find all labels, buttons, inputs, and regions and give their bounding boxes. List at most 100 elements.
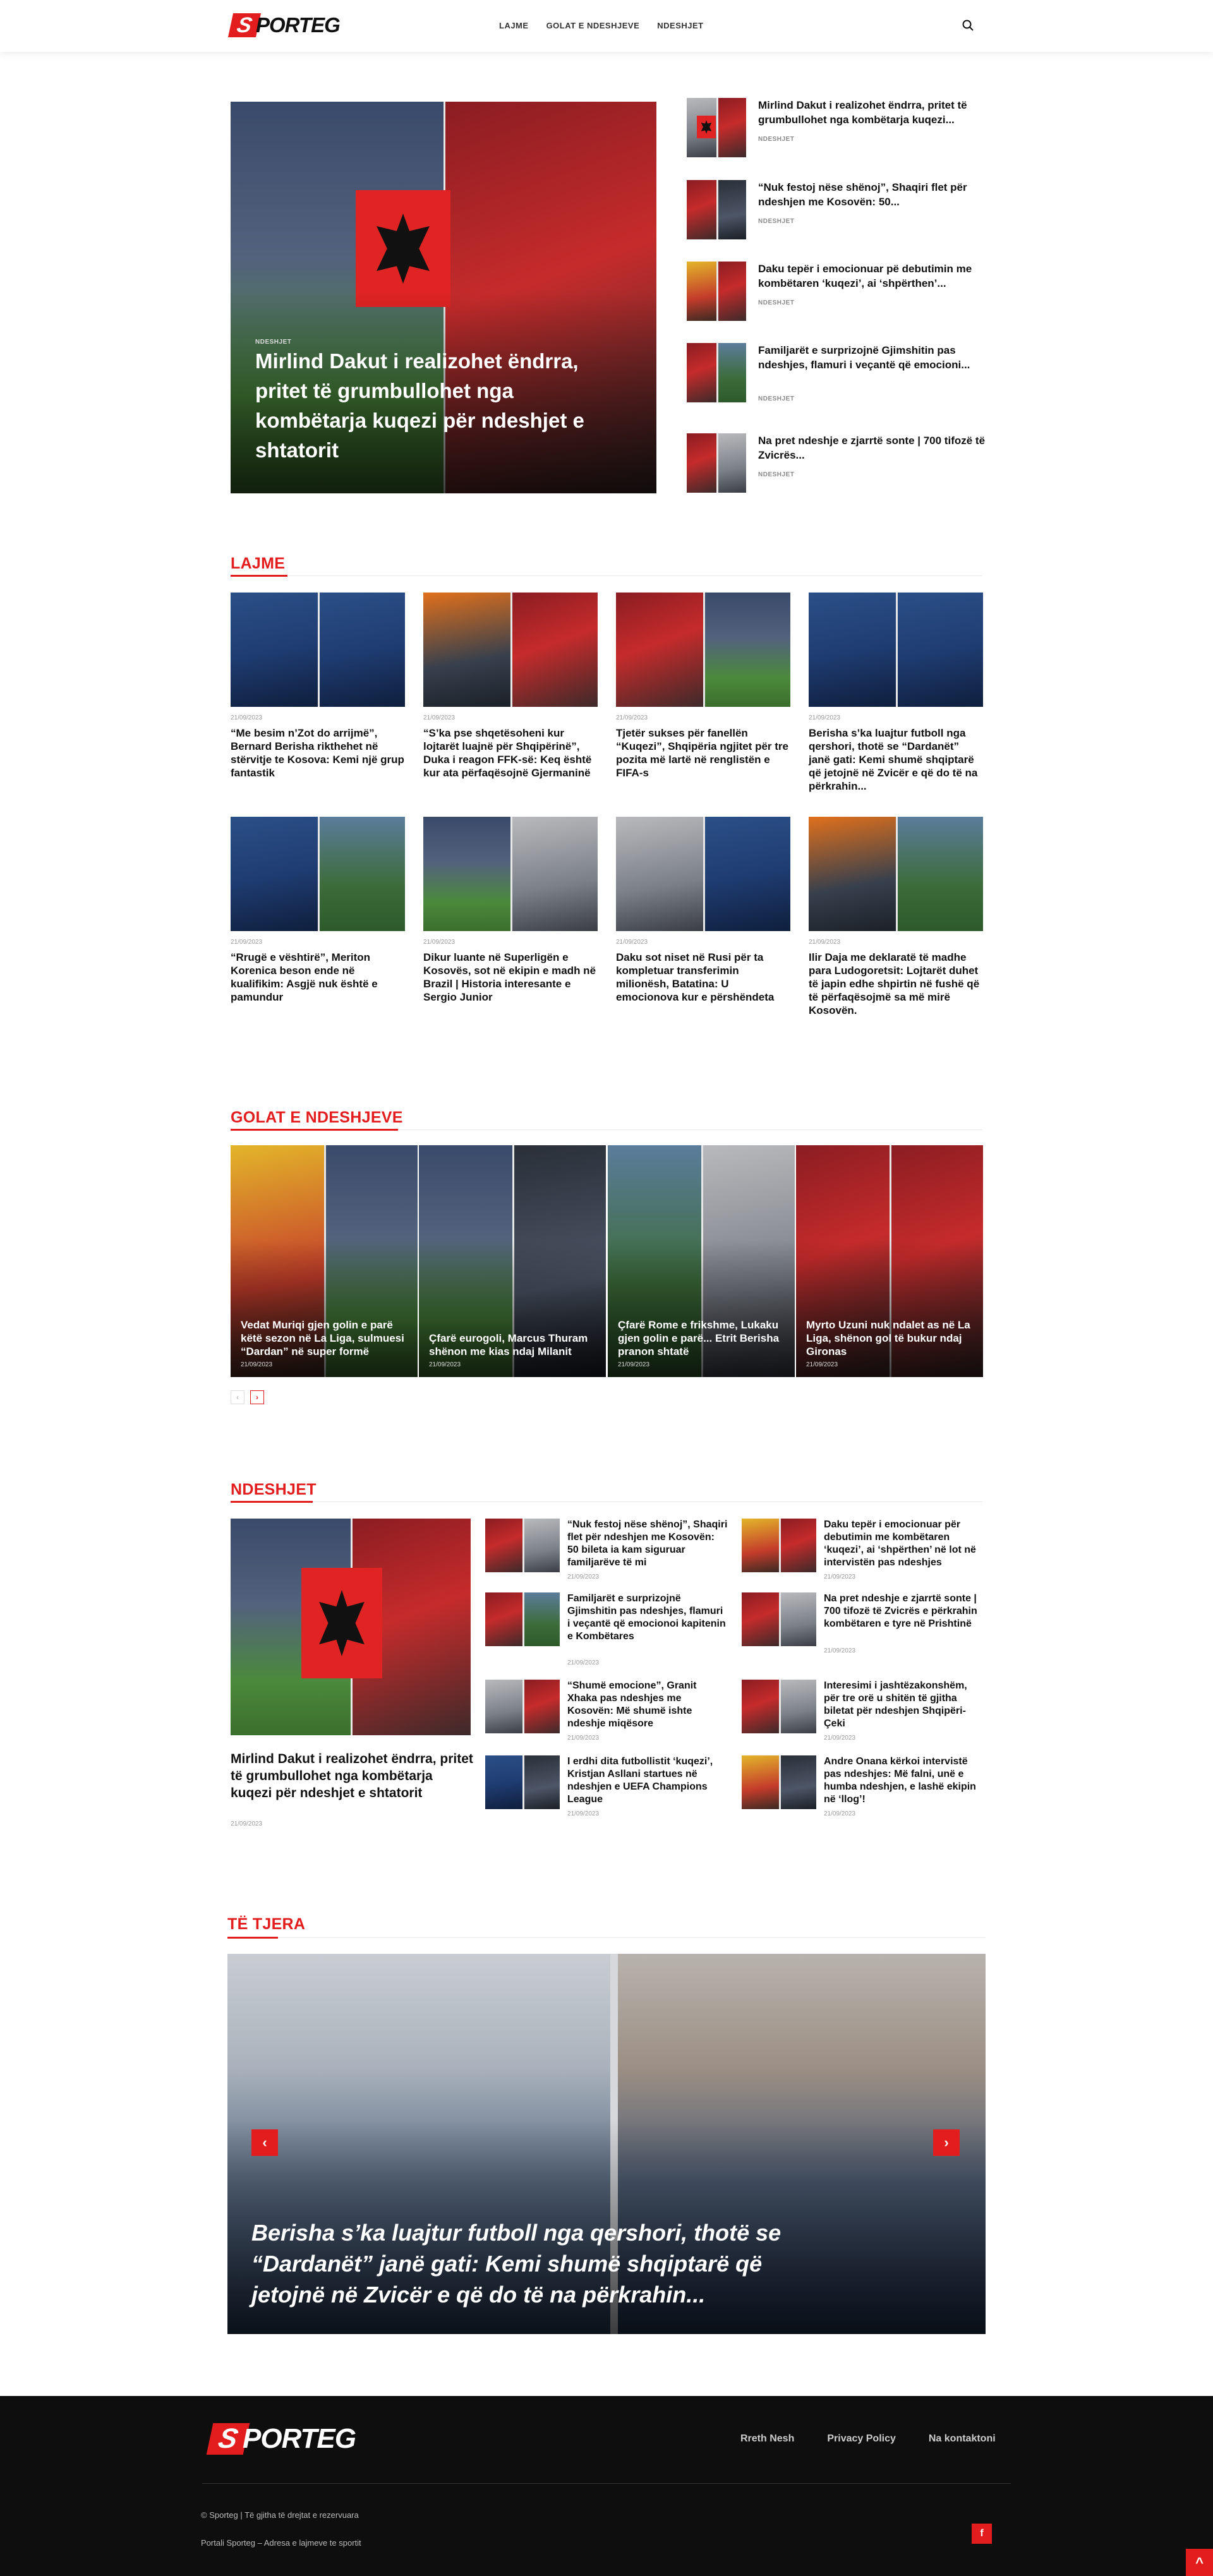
match-article[interactable]: I erdhi dita futbollistit ‘kuqezi’, Kris…: [485, 1755, 732, 1819]
section-title-golat[interactable]: GOLAT E NDESHJEVE: [231, 1109, 403, 1127]
news-image[interactable]: [616, 817, 790, 931]
article-thumb[interactable]: [687, 262, 746, 321]
news-card[interactable]: 21/09/2023 Berisha s’ka luajtur futboll …: [809, 593, 983, 793]
news-image[interactable]: [809, 817, 983, 931]
match-thumb[interactable]: [485, 1519, 560, 1572]
match-title[interactable]: Familjarët e surprizojnë Gjimshitin pas …: [567, 1592, 728, 1643]
match-thumb[interactable]: [485, 1755, 560, 1809]
section-title-lajme[interactable]: LAJME: [231, 555, 285, 573]
goal-video-card[interactable]: Çfarë eurogoli, Marcus Thuram shënon me …: [419, 1145, 606, 1377]
footer-link-about[interactable]: Rreth Nesh: [740, 2433, 794, 2445]
back-to-top-button[interactable]: ^: [1186, 2549, 1213, 2576]
featured-match-image[interactable]: [231, 1519, 471, 1735]
side-article[interactable]: Mirlind Dakut i realizohet ëndrra, prite…: [687, 98, 990, 161]
article-title[interactable]: “Nuk festoj nëse shënoj”, Shaqiri flet p…: [758, 180, 989, 209]
match-thumb[interactable]: [742, 1519, 816, 1572]
hero-title[interactable]: Mirlind Dakut i realizohet ëndrra, prite…: [255, 346, 628, 465]
featured-match-title[interactable]: Mirlind Dakut i realizohet ëndrra, prite…: [231, 1750, 474, 1802]
news-title[interactable]: Ilir Daja me deklaratë të madhe para Lud…: [809, 951, 983, 1017]
article-category[interactable]: NDESHJET: [758, 218, 794, 225]
goal-title[interactable]: Çfarë Rome e frikshme, Lukaku gjen golin…: [618, 1318, 785, 1358]
match-title[interactable]: Daku tepër i emocionuar për debutimin me…: [824, 1519, 985, 1569]
match-article[interactable]: “Shumë emocione”, Granit Xhaka pas ndesh…: [485, 1680, 732, 1743]
nav-lajme[interactable]: LAJME: [499, 21, 529, 30]
slider-title[interactable]: Berisha s’ka luajtur futboll nga qershor…: [251, 2217, 795, 2310]
match-title[interactable]: Na pret ndeshje e zjarrtë sonte | 700 ti…: [824, 1592, 985, 1630]
news-title[interactable]: “Me besim n’Zot do arrijmë”, Bernard Ber…: [231, 726, 405, 779]
section-title-ndeshjet[interactable]: NDESHJET: [231, 1481, 317, 1499]
match-title[interactable]: “Nuk festoj nëse shënoj”, Shaqiri flet p…: [567, 1519, 728, 1569]
match-article[interactable]: Na pret ndeshje e zjarrtë sonte | 700 ti…: [742, 1592, 988, 1656]
match-article[interactable]: “Nuk festoj nëse shënoj”, Shaqiri flet p…: [485, 1519, 732, 1582]
news-card[interactable]: 21/09/2023 Ilir Daja me deklaratë të mad…: [809, 817, 983, 1017]
goal-title[interactable]: Myrto Uzuni nuk ndalet as në La Liga, sh…: [806, 1318, 973, 1358]
match-title[interactable]: Interesimi i jashtëzakonshëm, për tre or…: [824, 1680, 985, 1730]
news-title[interactable]: Berisha s’ka luajtur futboll nga qershor…: [809, 726, 983, 793]
side-article[interactable]: Daku tepër i emocionuar pë debutimin me …: [687, 262, 990, 325]
article-title[interactable]: Familjarët e surprizojnë Gjimshitin pas …: [758, 343, 989, 372]
article-title[interactable]: Mirlind Dakut i realizohet ëndrra, prite…: [758, 98, 989, 127]
goal-title[interactable]: Çfarë eurogoli, Marcus Thuram shënon me …: [429, 1332, 596, 1358]
news-card[interactable]: 21/09/2023 Dikur luante në Superligën e …: [423, 817, 598, 1004]
article-category[interactable]: NDESHJET: [758, 136, 794, 143]
article-title[interactable]: Daku tepër i emocionuar pë debutimin me …: [758, 262, 989, 291]
news-image[interactable]: [423, 593, 598, 707]
news-title[interactable]: “Rrugë e vështirë”, Meriton Korenica bes…: [231, 951, 405, 1004]
article-category[interactable]: NDESHJET: [758, 299, 794, 306]
news-image[interactable]: [423, 817, 598, 931]
news-title[interactable]: “S’ka pse shqetësoheni kur lojtarët luaj…: [423, 726, 598, 779]
match-thumb[interactable]: [742, 1755, 816, 1809]
nav-golat[interactable]: GOLAT E NDESHJEVE: [546, 21, 640, 30]
slider-next-button[interactable]: ›: [933, 2129, 960, 2156]
prev-page-button[interactable]: ‹: [231, 1390, 244, 1404]
article-title[interactable]: Na pret ndeshje e zjarrtë sonte | 700 ti…: [758, 433, 989, 462]
match-title[interactable]: Andre Onana kërkoi intervistë pas ndeshj…: [824, 1755, 985, 1806]
article-thumb[interactable]: [687, 343, 746, 402]
article-thumb[interactable]: [687, 433, 746, 493]
match-thumb[interactable]: [742, 1680, 816, 1733]
news-card[interactable]: 21/09/2023 Tjetër sukses për fanellën “K…: [616, 593, 790, 779]
footer-link-privacy[interactable]: Privacy Policy: [827, 2433, 896, 2445]
news-title[interactable]: Tjetër sukses për fanellën “Kuqezi”, Shq…: [616, 726, 790, 779]
news-card[interactable]: 21/09/2023 “Rrugë e vështirë”, Meriton K…: [231, 817, 405, 1004]
match-thumb[interactable]: [742, 1592, 816, 1646]
news-card[interactable]: 21/09/2023 “S’ka pse shqetësoheni kur lo…: [423, 593, 598, 779]
news-card[interactable]: 21/09/2023 Daku sot niset në Rusi për ta…: [616, 817, 790, 1004]
side-article[interactable]: Na pret ndeshje e zjarrtë sonte | 700 ti…: [687, 433, 990, 497]
footer-link-contact[interactable]: Na kontaktoni: [929, 2433, 996, 2445]
match-title[interactable]: “Shumë emocione”, Granit Xhaka pas ndesh…: [567, 1680, 728, 1730]
facebook-icon[interactable]: f: [972, 2524, 992, 2544]
nav-ndeshjet[interactable]: NDESHJET: [657, 21, 703, 30]
match-thumb[interactable]: [485, 1680, 560, 1733]
article-thumb[interactable]: [687, 98, 746, 157]
news-title[interactable]: Dikur luante në Superligën e Kosovës, so…: [423, 951, 598, 1004]
footer-logo[interactable]: S PORTEG: [206, 2423, 431, 2455]
news-card[interactable]: 21/09/2023 “Me besim n’Zot do arrijmë”, …: [231, 593, 405, 779]
news-image[interactable]: [231, 593, 405, 707]
slider-prev-button[interactable]: ‹: [251, 2129, 278, 2156]
match-article[interactable]: Daku tepër i emocionuar për debutimin me…: [742, 1519, 988, 1582]
news-title[interactable]: Daku sot niset në Rusi për ta kompletuar…: [616, 951, 790, 1004]
match-title[interactable]: I erdhi dita futbollistit ‘kuqezi’, Kris…: [567, 1755, 728, 1806]
match-thumb[interactable]: [485, 1592, 560, 1646]
article-category[interactable]: NDESHJET: [758, 471, 794, 478]
search-icon[interactable]: [962, 19, 974, 32]
news-image[interactable]: [809, 593, 983, 707]
goal-video-card[interactable]: Vedat Muriqi gjen golin e parë këtë sezo…: [231, 1145, 418, 1377]
hero-category[interactable]: NDESHJET: [255, 339, 291, 346]
match-article[interactable]: Andre Onana kërkoi intervistë pas ndeshj…: [742, 1755, 988, 1819]
section-title-tetjera[interactable]: TË TJERA: [227, 1915, 305, 1934]
goal-video-card[interactable]: Çfarë Rome e frikshme, Lukaku gjen golin…: [608, 1145, 795, 1377]
side-article[interactable]: “Nuk festoj nëse shënoj”, Shaqiri flet p…: [687, 180, 990, 243]
side-article[interactable]: Familjarët e surprizojnë Gjimshitin pas …: [687, 343, 990, 406]
article-category[interactable]: NDESHJET: [758, 395, 794, 402]
article-thumb[interactable]: [687, 180, 746, 239]
goal-title[interactable]: Vedat Muriqi gjen golin e parë këtë sezo…: [241, 1318, 407, 1358]
site-logo[interactable]: S PORTEG: [227, 13, 389, 37]
match-article[interactable]: Familjarët e surprizojnë Gjimshitin pas …: [485, 1592, 732, 1666]
news-image[interactable]: [616, 593, 790, 707]
news-image[interactable]: [231, 817, 405, 931]
goal-video-card[interactable]: Myrto Uzuni nuk ndalet as në La Liga, sh…: [796, 1145, 983, 1377]
next-page-button[interactable]: ›: [250, 1390, 264, 1404]
match-article[interactable]: Interesimi i jashtëzakonshëm, për tre or…: [742, 1680, 988, 1743]
